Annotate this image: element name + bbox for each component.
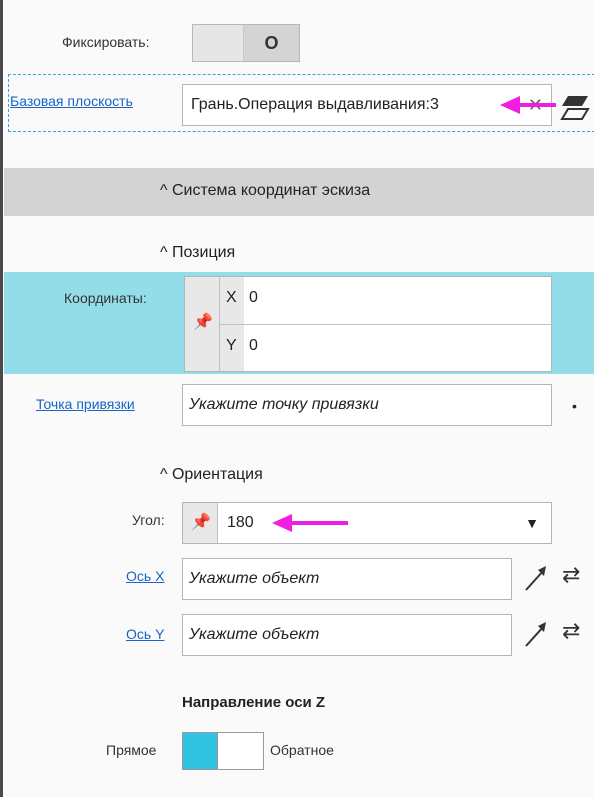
fix-toggle[interactable]: O bbox=[192, 24, 300, 62]
angle-value: 180 bbox=[227, 514, 254, 531]
axis-y-link[interactable]: Ось Y bbox=[126, 626, 164, 642]
z-direction-direct-label: Прямое bbox=[106, 742, 157, 758]
dropdown-arrow-icon[interactable]: ▼ bbox=[525, 515, 539, 531]
z-direction-title: Направление оси Z bbox=[182, 694, 326, 711]
position-title-text: Позиция bbox=[171, 244, 236, 261]
anchor-point-placeholder: Укажите точку привязки bbox=[189, 396, 379, 413]
axis-x-placeholder: Укажите объект bbox=[189, 570, 320, 587]
y-coordinate-input[interactable]: 0 bbox=[249, 337, 258, 355]
pin-icon[interactable]: 📌 bbox=[193, 315, 213, 331]
z-direction-reverse-option[interactable] bbox=[218, 732, 264, 770]
position-header[interactable]: ^ Позиция bbox=[160, 244, 235, 262]
orientation-header[interactable]: ^ Ориентация bbox=[160, 466, 263, 484]
axis-x-link[interactable]: Ось X bbox=[126, 568, 164, 584]
fix-label: Фиксировать: bbox=[62, 34, 150, 50]
fix-toggle-on[interactable]: O bbox=[243, 25, 299, 61]
fix-toggle-off[interactable] bbox=[193, 25, 243, 61]
annotation-arrow-angle bbox=[272, 514, 348, 532]
z-direction-reverse-label: Обратное bbox=[270, 742, 334, 758]
section-header-title[interactable]: ^ Система координат эскиза bbox=[160, 182, 370, 200]
coordinates-divider bbox=[220, 324, 552, 325]
z-direction-direct-option[interactable] bbox=[182, 732, 218, 770]
axis-y-placeholder: Укажите объект bbox=[189, 626, 320, 643]
panel-frame bbox=[0, 0, 3, 797]
coordinates-label: Координаты: bbox=[64, 290, 147, 306]
reverse-direction-icon[interactable]: ⇄ bbox=[562, 618, 580, 644]
annotation-arrow-base-plane bbox=[500, 96, 556, 114]
direction-arrow-icon[interactable] bbox=[522, 562, 550, 594]
base-plane-value: Грань.Операция выдавливания:3 bbox=[191, 96, 439, 113]
y-axis-label: Y bbox=[226, 337, 237, 354]
anchor-point-link[interactable]: Точка привязки bbox=[36, 396, 135, 412]
axis-x-field[interactable]: Укажите объект bbox=[182, 558, 512, 600]
orientation-title-text: Ориентация bbox=[171, 466, 263, 483]
angle-label: Угол: bbox=[132, 512, 165, 528]
direction-arrow-icon[interactable] bbox=[522, 618, 550, 650]
pin-icon[interactable]: 📌 bbox=[191, 515, 211, 531]
anchor-point-field[interactable]: Укажите точку привязки bbox=[182, 384, 552, 426]
reverse-direction-icon[interactable]: ⇄ bbox=[562, 562, 580, 588]
angle-field[interactable]: 📌 180 ▼ bbox=[182, 502, 552, 544]
coordinates-field: 📌 X 0 Y 0 bbox=[184, 276, 552, 372]
axis-y-field[interactable]: Укажите объект bbox=[182, 614, 512, 656]
point-icon[interactable]: • bbox=[572, 398, 577, 414]
plane-icon[interactable] bbox=[560, 92, 590, 122]
section-title-text: Система координат эскиза bbox=[171, 182, 371, 199]
x-axis-label: X bbox=[226, 289, 237, 306]
base-plane-field[interactable]: Грань.Операция выдавливания:3 ✕ bbox=[182, 84, 552, 126]
x-coordinate-input[interactable]: 0 bbox=[249, 289, 258, 307]
base-plane-link[interactable]: Базовая плоскость bbox=[10, 93, 133, 109]
